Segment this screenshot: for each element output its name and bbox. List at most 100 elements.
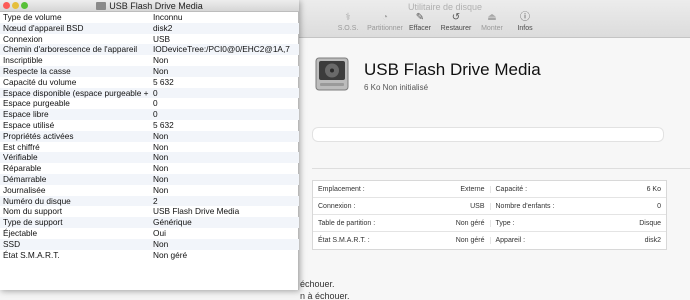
property-row[interactable]: Chemin d'arborescence de l'appareil IODev… — [0, 44, 299, 56]
property-value: IODeviceTree:/PCI0@0/EHC2@1A,7 — [153, 44, 290, 55]
disk-subtitle: 6 Ko Non initialisé — [364, 83, 429, 92]
property-row[interactable]: Espace disponible (espace purgeable + es… — [0, 87, 299, 99]
toolbar-button-label: Restaurer — [440, 25, 472, 32]
property-value: Non — [153, 152, 169, 163]
property-row[interactable]: Inscriptible Non — [0, 55, 299, 66]
property-key: Nom du support — [3, 206, 63, 217]
property-value: Non géré — [153, 249, 188, 260]
info-key: Nombre d'enfants : — [495, 202, 555, 210]
property-value: Non — [153, 141, 169, 152]
property-value: Non — [153, 238, 169, 249]
toolbar-button[interactable]: ✎ Effacer — [402, 12, 438, 32]
property-value: 0 — [153, 98, 158, 109]
property-key: Réparable — [3, 163, 42, 174]
properties-list[interactable]: Type de volume Inconnu Nœud d'appareil BSD… — [0, 12, 299, 260]
property-row[interactable]: Espace libre 0 — [0, 109, 299, 120]
property-value: Non — [153, 163, 169, 174]
info-table-cell: Appareil : disk2 — [489, 237, 667, 244]
property-key: Démarrable — [3, 173, 47, 184]
property-row[interactable]: Espace purgeable 0 — [0, 98, 299, 109]
property-row[interactable]: État S.M.A.R.T. Non géré — [0, 250, 299, 261]
property-row[interactable]: Nom du support USB Flash Drive Media — [0, 206, 299, 217]
property-key: Type de support — [3, 217, 63, 228]
partition-icon: ◔ — [381, 12, 389, 23]
property-key: Journalisée — [3, 184, 46, 195]
property-row[interactable]: Type de volume Inconnu — [0, 12, 299, 23]
property-row[interactable]: Vérifiable Non — [0, 152, 299, 164]
property-key: Espace disponible (espace purgeable + es… — [3, 87, 151, 98]
property-value: Non — [153, 65, 169, 76]
property-key: Espace libre — [3, 109, 49, 120]
property-row[interactable]: Éjectable Oui — [0, 228, 299, 239]
property-value: 0 — [153, 109, 158, 120]
info-icon: ⓘ — [520, 12, 530, 23]
info-titlebar[interactable]: USB Flash Drive Media — [0, 0, 299, 12]
property-value: Non — [153, 55, 169, 66]
info-key: Emplacement : — [318, 185, 365, 193]
property-row[interactable]: Réparable Non — [0, 163, 299, 174]
background-text-line-1: échouer. — [300, 279, 335, 289]
toolbar-button[interactable]: ⓘ Infos — [507, 12, 543, 32]
info-title-label: USB Flash Drive Media — [109, 1, 203, 11]
property-value: 5 632 — [153, 76, 174, 87]
property-row[interactable]: Nœud d'appareil BSD disk2 — [0, 22, 299, 34]
capacity-bar — [312, 127, 664, 142]
property-row[interactable]: Numéro du disque 2 — [0, 195, 299, 207]
property-row[interactable]: Espace utilisé 5 632 — [0, 120, 299, 131]
property-value: USB Flash Drive Media — [153, 206, 240, 217]
property-key: Connexion — [3, 33, 43, 44]
property-row[interactable]: Est chiffré Non — [0, 142, 299, 153]
toolbar-button[interactable]: ◔ Partitionner — [367, 12, 403, 32]
property-value: disk2 — [153, 22, 173, 33]
property-key: Nœud d'appareil BSD — [3, 22, 84, 33]
info-table-cell: Connexion : USB — [313, 203, 490, 210]
property-value: Non — [153, 173, 169, 184]
property-row[interactable]: Démarrable Non — [0, 173, 299, 185]
property-row[interactable]: Respecte la casse Non — [0, 65, 299, 77]
toolbar-button-label: Infos — [517, 25, 533, 32]
property-key: Capacité du volume — [3, 76, 77, 87]
hard-disk-icon — [315, 57, 349, 91]
info-key: Table de partition : — [318, 219, 376, 227]
info-value: USB — [470, 202, 485, 210]
property-key: SSD — [3, 238, 21, 249]
info-table-cell: Nombre d'enfants : 0 — [489, 202, 667, 210]
property-key: Propriétés activées — [3, 130, 74, 141]
property-row[interactable]: Journalisée Non — [0, 185, 299, 196]
toolbar-button[interactable]: ↺ Restaurer — [438, 12, 474, 32]
toolbar-button[interactable]: ⏏ Monter — [474, 12, 510, 32]
property-row[interactable]: Connexion USB — [0, 34, 299, 45]
info-table-cell: État S.M.A.R.T. : Non géré — [313, 237, 490, 244]
property-key: Numéro du disque — [3, 195, 71, 206]
disk-name: USB Flash Drive Media — [364, 60, 541, 79]
info-table-row: Emplacement : Externe Capacité : 6 Ko — [313, 181, 666, 198]
info-key: Type : — [495, 219, 515, 227]
info-window-title: USB Flash Drive Media — [0, 0, 299, 12]
property-row[interactable]: Propriétés activées Non — [0, 130, 299, 142]
info-value: Non géré — [455, 219, 485, 227]
stethoscope-icon: ⚕ — [345, 12, 351, 23]
property-value: Générique — [153, 217, 192, 228]
toolbar-button-label: S.O.S. — [337, 25, 359, 32]
info-value: Disque — [639, 219, 661, 227]
background-text-line-2: n à échouer. — [300, 291, 350, 300]
info-value: Externe — [460, 185, 485, 193]
property-row[interactable]: Capacité du volume 5 632 — [0, 77, 299, 88]
property-value: USB — [153, 33, 171, 44]
property-key: Est chiffré — [3, 141, 40, 152]
info-value: 6 Ko — [646, 185, 661, 193]
property-row[interactable]: SSD Non — [0, 238, 299, 250]
property-value: 0 — [153, 87, 158, 98]
info-table-cell: Table de partition : Non géré — [313, 220, 490, 227]
property-key: État S.M.A.R.T. — [3, 249, 60, 260]
property-key: Vérifiable — [3, 152, 38, 163]
info-key: Connexion : — [318, 202, 356, 210]
toolbar-button-label: Partitionner — [367, 25, 403, 32]
property-row[interactable]: Type de support Générique — [0, 217, 299, 228]
mount-icon: ⏏ — [487, 12, 497, 23]
info-table-cell: Capacité : 6 Ko — [489, 185, 667, 193]
info-value: 0 — [657, 202, 661, 210]
property-key: Espace utilisé — [3, 119, 55, 130]
toolbar-button[interactable]: ⚕ S.O.S. — [330, 12, 366, 32]
toolbar-button-label: Effacer — [408, 25, 432, 32]
